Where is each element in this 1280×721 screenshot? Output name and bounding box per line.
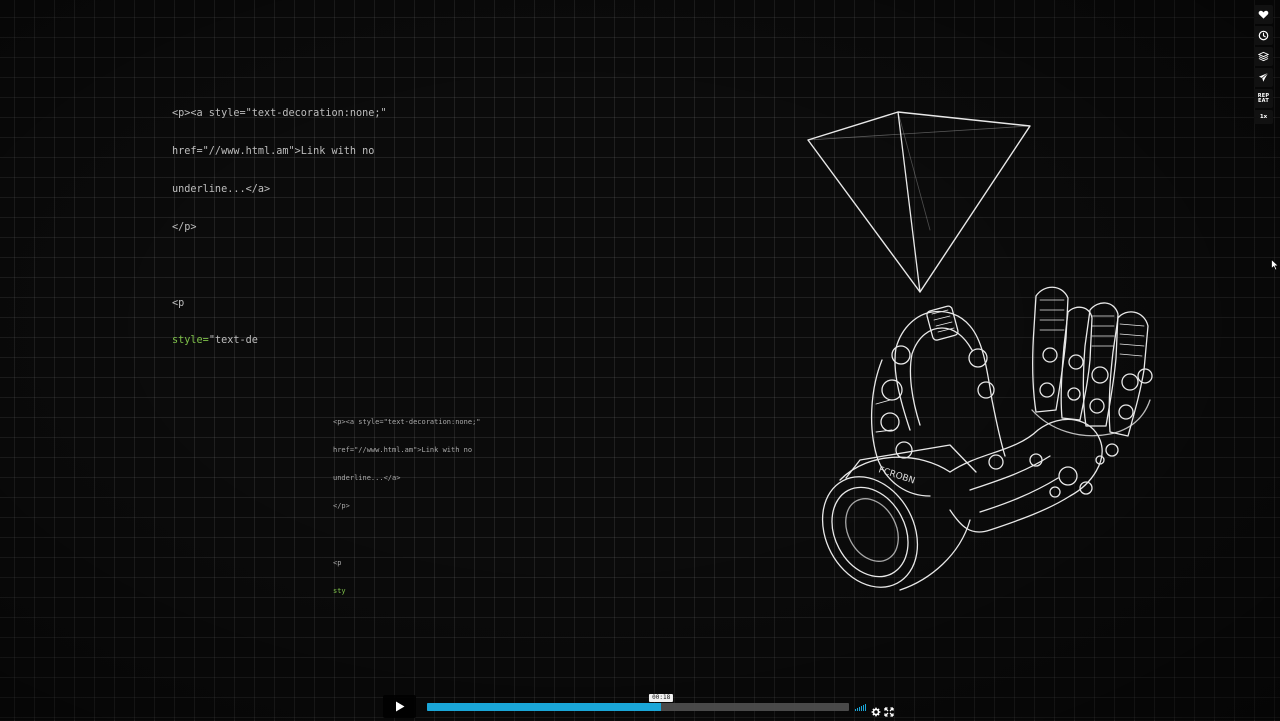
- code-line: </p>: [333, 502, 350, 511]
- code-line: <p: [333, 558, 342, 567]
- mouse-cursor-icon: [1271, 259, 1279, 271]
- play-icon: [395, 701, 404, 712]
- code-line: </p>: [172, 221, 197, 233]
- watch-later-button[interactable]: [1254, 26, 1273, 45]
- code-line: <p><a style="text-decoration:none;": [333, 417, 481, 426]
- share-button[interactable]: [1254, 68, 1273, 87]
- play-button[interactable]: [383, 695, 416, 718]
- volume-icon[interactable]: [855, 703, 867, 711]
- video-player-controls: 00:18: [383, 693, 896, 720]
- wireframe-robot-hand: FCROBN: [821, 286, 1153, 591]
- code-line-partial: style="text-de: [172, 335, 387, 348]
- code-line-partial: sty: [333, 586, 346, 595]
- finger: [1060, 306, 1093, 421]
- speed-label: 1x: [1259, 114, 1268, 120]
- collections-button[interactable]: [1254, 47, 1273, 66]
- code-line: href="//www.html.am">Link with no: [333, 446, 473, 455]
- fullscreen-button[interactable]: [884, 702, 894, 717]
- code-line: <p: [172, 297, 185, 309]
- progress-bar[interactable]: [427, 703, 849, 711]
- settings-gear-icon: [871, 707, 881, 717]
- code-snippet-small: <p><a style="text-decoration:none;" href…: [333, 399, 481, 606]
- speed-button[interactable]: 1x: [1254, 110, 1273, 124]
- finger: [1108, 311, 1153, 437]
- collections-layers-icon: [1258, 51, 1269, 62]
- time-tooltip: 00:18: [649, 694, 674, 702]
- code-line: href="//www.html.am">Link with no: [172, 145, 375, 157]
- like-heart-icon: [1258, 10, 1269, 19]
- finger: [1082, 302, 1119, 427]
- volume-bar: [859, 707, 860, 711]
- code-attr-name: style=: [172, 335, 209, 347]
- volume-bar: [855, 709, 856, 711]
- wireframe-robot-hand-illustration: FCROBN: [807, 111, 1153, 591]
- video-side-toolbar: REP EAT 1x: [1254, 5, 1274, 124]
- volume-bar: [861, 706, 862, 711]
- code-snippet-large: <p><a style="text-decoration:none;" href…: [172, 83, 387, 360]
- code-gap: [172, 259, 387, 272]
- volume-bar: [865, 704, 866, 711]
- code-line: underline...</a>: [172, 183, 271, 195]
- volume-bar: [857, 708, 858, 711]
- watch-later-clock-icon: [1258, 30, 1269, 41]
- share-send-icon: [1258, 72, 1269, 82]
- code-line: underline...</a>: [333, 474, 401, 483]
- code-attr-value: "text-de: [208, 335, 258, 347]
- repeat-button[interactable]: REP EAT: [1254, 89, 1273, 108]
- finger: [1032, 286, 1069, 413]
- settings-button[interactable]: [871, 702, 881, 717]
- wireframe-pyramid: [807, 111, 1031, 293]
- code-line: <p><a style="text-decoration:none;": [172, 108, 387, 120]
- progress-played: [427, 703, 662, 711]
- like-button[interactable]: [1254, 5, 1273, 24]
- fullscreen-icon: [884, 707, 894, 717]
- code-gap: [333, 531, 481, 540]
- repeat-label-line2: EAT: [1258, 97, 1269, 104]
- volume-bar: [863, 705, 864, 711]
